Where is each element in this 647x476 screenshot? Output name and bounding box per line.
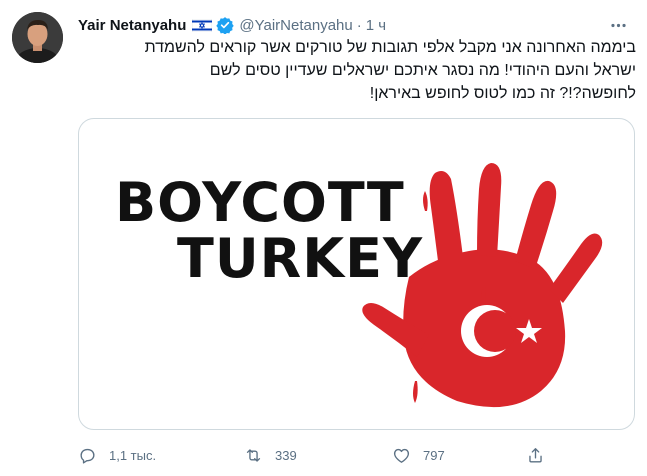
tweet-text: ביממה האחרונה אני מקבל אלפי תגובות של טו… (78, 36, 636, 105)
tweet-media-image[interactable]: BOYCOTT TURKEY (78, 118, 635, 430)
share-button[interactable] (526, 440, 545, 470)
heart-icon (393, 448, 410, 463)
retweet-count: 339 (275, 447, 297, 463)
tweet-timestamp[interactable]: 1 ч (366, 17, 386, 34)
share-icon (529, 447, 542, 463)
more-dots-icon (610, 23, 626, 27)
tweet-text-line: ביממה האחרונה אני מקבל אלפי תגובות של טו… (144, 39, 636, 56)
retweet-icon (246, 448, 261, 462)
media-text-boycott: BOYCOTT (115, 171, 405, 234)
reply-button[interactable]: 1,1 тыс. (78, 440, 156, 470)
tweet-text-line: לחופשה?!? זה כמו לטוס לחופש באיראן! (369, 85, 636, 102)
display-name[interactable]: Yair Netanyahu (78, 17, 186, 34)
like-button[interactable]: 797 (392, 440, 445, 470)
like-count: 797 (423, 447, 445, 463)
user-handle[interactable]: @YairNetanyahu (239, 17, 352, 34)
media-text-turkey: TURKEY (177, 227, 424, 290)
separator-dot: · (356, 16, 362, 34)
verified-badge-icon (216, 16, 235, 35)
tweet-header: Yair Netanyahu @YairNetanyahu · 1 ч (78, 14, 386, 36)
retweet-button[interactable]: 339 (244, 440, 297, 470)
israel-flag-icon (192, 18, 213, 32)
avatar-image (12, 12, 63, 63)
avatar[interactable] (12, 12, 63, 63)
reply-count: 1,1 тыс. (109, 447, 157, 463)
tweet-actions: 1,1 тыс. 339 797 (78, 440, 598, 470)
reply-icon (80, 448, 95, 464)
tweet-text-line: ישראל והעם היהודי! מה נסגר איתכם ישראלים… (209, 62, 636, 79)
tweet-card[interactable]: Yair Netanyahu @YairNetanyahu · 1 ч ביממ… (0, 0, 647, 476)
